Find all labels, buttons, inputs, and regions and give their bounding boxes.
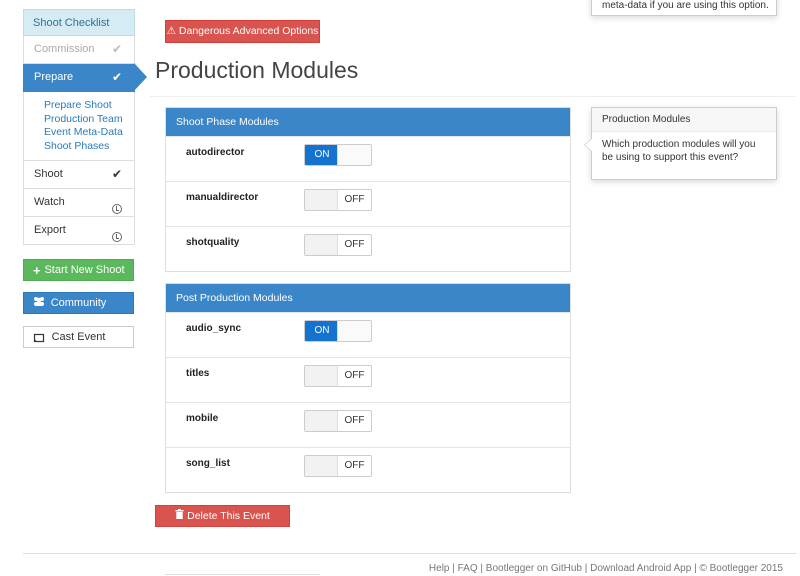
sidebar-item-label: Watch [34,196,65,208]
module-label: audio_sync [186,323,242,334]
link-production-team[interactable]: Production Team [44,113,134,127]
check-icon: ✔ [111,70,122,84]
button-label: Start New Shoot [44,264,125,276]
toggle-state: ON [305,321,339,341]
delete-event-button[interactable]: Delete This Event Forever [155,505,290,543]
cast-icon [33,328,45,349]
toggle-state: OFF [337,190,371,210]
toggle-state: ON [305,145,339,165]
sidebar-item-label: Commission [34,43,95,55]
page-title: Production Modules [155,57,359,83]
shoot-checklist-sidebar: Shoot Checklist Commission ✔ Prepare ✔ P… [23,9,147,245]
sidebar-item-watch[interactable]: Watch [23,189,135,217]
community-button[interactable]: Community [23,292,134,314]
toggle-knob [337,321,371,341]
module-row-song-list: song_list OFF [166,447,570,492]
module-row-manualdirector: manualdirector OFF [166,181,570,226]
module-row-mobile: mobile OFF [166,402,570,447]
panel-heading: Shoot Phase Modules [166,108,570,136]
toggle-knob [305,190,339,210]
module-row-autodirector: autodirector ON [166,136,570,181]
toggle-knob [305,456,339,476]
link-prepare-shoot[interactable]: Prepare Shoot [44,99,134,113]
toggle-state: OFF [337,366,371,386]
module-label: titles [186,368,210,379]
sidebar-item-label: Prepare [34,71,74,83]
footer-links[interactable]: Help | FAQ | Bootlegger on GitHub | Down… [429,563,783,574]
module-label: autodirector [186,147,245,158]
titles-toggle[interactable]: OFF [304,365,372,387]
toggle-state: OFF [337,411,371,431]
link-shoot-phases[interactable]: Shoot Phases [44,140,134,154]
toggle-knob [305,366,339,386]
plus-icon: + [33,263,41,278]
popover-body: Which production modules will you be usi… [602,139,756,163]
check-icon: ✔ [111,42,122,56]
toggle-knob [305,411,339,431]
users-icon [33,293,45,314]
song-list-toggle[interactable]: OFF [304,455,372,477]
audio-sync-toggle[interactable]: ON [304,320,372,342]
module-label: song_list [186,458,230,469]
production-modules-help-popover: Production Modules Which production modu… [584,107,777,180]
toggle-knob [337,145,371,165]
checklist-header: Shoot Checklist [23,9,135,36]
sidebar-item-label: Shoot [34,168,63,180]
toggle-state: OFF [337,235,371,255]
module-row-shotquality: shotquality OFF [166,226,570,271]
sidebar-item-shoot[interactable]: Shoot ✔ [23,161,135,189]
prepare-sub-links: Prepare Shoot Production Team Event Meta… [23,92,135,161]
shoot-phase-modules-panel: Shoot Phase Modules autodirector ON manu… [165,107,571,272]
footer-decor-line [165,574,320,575]
sidebar-item-export[interactable]: Export [23,217,135,245]
button-label: Community [50,297,107,309]
check-icon: ✔ [111,167,122,181]
dangerous-advanced-options-button[interactable]: ⚠ Dangerous Advanced Options [165,20,320,43]
toggle-knob [305,235,339,255]
button-label: Dangerous Advanced Options [178,25,319,37]
shotquality-toggle[interactable]: OFF [304,234,372,256]
module-label: mobile [186,413,219,424]
sidebar-item-commission[interactable]: Commission ✔ [23,36,135,64]
popover-fragment: meta-data if you are using this option. [602,0,769,11]
button-label: Cast Event [51,331,106,343]
module-row-audio-sync: audio_sync ON [166,312,570,357]
previous-help-popover: meta-data if you are using this option. [591,0,777,16]
trash-icon [175,509,187,522]
autodirector-toggle[interactable]: ON [304,144,372,166]
module-row-titles: titles OFF [166,357,570,402]
post-production-modules-panel: Post Production Modules audio_sync ON ti… [165,283,571,493]
warning-icon: ⚠ [166,25,176,37]
toggle-state: OFF [337,456,371,476]
footer-divider [23,553,796,554]
sidebar-item-prepare[interactable]: Prepare ✔ [23,63,147,92]
module-label: shotquality [186,237,240,248]
start-new-shoot-button[interactable]: + Start New Shoot [23,259,134,281]
clock-icon [112,225,122,252]
mobile-toggle[interactable]: OFF [304,410,372,432]
title-divider [150,96,796,97]
manualdirector-toggle[interactable]: OFF [304,189,372,211]
popover-title: Production Modules [592,108,776,132]
button-label: Delete This Event Forever [187,510,270,543]
link-event-meta-data[interactable]: Event Meta-Data [44,126,134,140]
cast-event-button[interactable]: Cast Event [23,326,134,348]
sidebar-item-label: Export [34,224,66,236]
panel-heading: Post Production Modules [166,284,570,312]
module-label: manualdirector [186,192,259,203]
